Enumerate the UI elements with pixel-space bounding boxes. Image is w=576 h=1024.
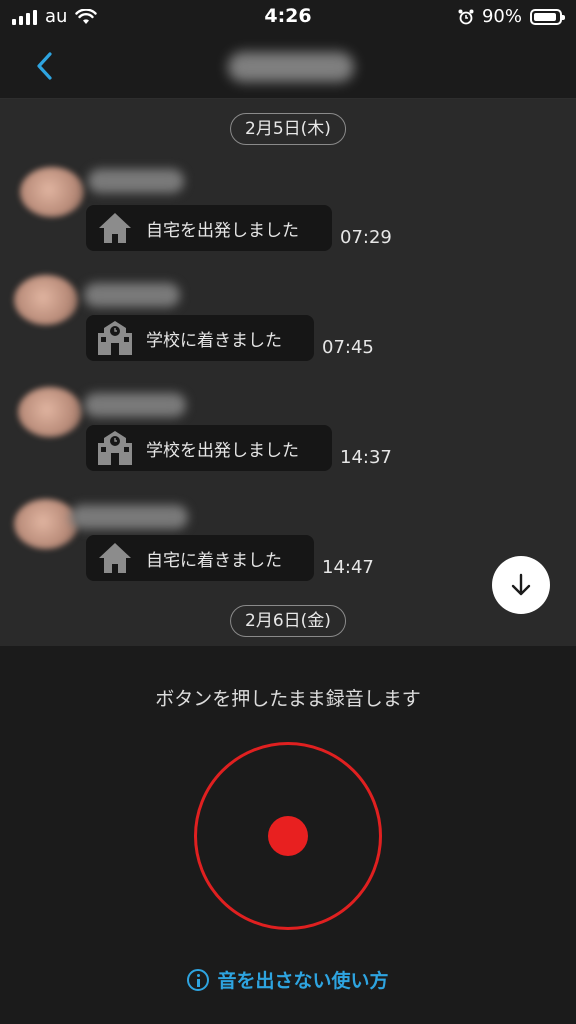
message-text: 自宅に着きました [146, 550, 282, 571]
silent-mode-help-label: 音を出さない使い方 [217, 970, 389, 992]
status-right: 90% [458, 6, 565, 27]
home-icon [96, 209, 134, 247]
message-bubble[interactable]: 自宅に着きました [86, 535, 314, 581]
avatar[interactable] [14, 275, 78, 325]
school-icon [96, 319, 134, 357]
location-message: 学校を出発しました 14:37 [0, 381, 576, 491]
message-time: 14:47 [322, 557, 374, 578]
sender-name-redacted [84, 283, 180, 307]
battery-percent: 90% [481, 6, 522, 27]
date-separator: 2月5日(木) [230, 113, 346, 145]
school-icon [96, 429, 134, 467]
battery-icon [530, 8, 565, 25]
location-message: 自宅に着きました 14:47 [0, 491, 576, 601]
message-time: 07:45 [322, 337, 374, 358]
avatar[interactable] [18, 387, 82, 437]
record-dot-icon [268, 816, 308, 856]
navigation-bar [0, 34, 576, 99]
message-bubble[interactable]: 学校を出発しました [86, 425, 332, 471]
alarm-icon [458, 9, 474, 24]
chat-timeline[interactable]: 2月5日(木) 自宅を出発しました 07:29 学校に着きました 07:45 学… [0, 99, 576, 646]
contact-name-redacted [228, 52, 354, 82]
scroll-to-bottom-button[interactable] [492, 556, 550, 614]
location-message: 自宅を出発しました 07:29 [0, 161, 576, 271]
avatar[interactable] [20, 167, 84, 217]
message-bubble[interactable]: 学校に着きました [86, 315, 314, 361]
back-button[interactable] [28, 48, 64, 84]
record-button[interactable] [194, 742, 382, 930]
voice-recorder-panel: ボタンを押したまま録音します 音を出さない使い方 [0, 646, 576, 1024]
message-time: 07:29 [340, 227, 392, 248]
message-time: 14:37 [340, 447, 392, 468]
sender-name-redacted [84, 393, 186, 417]
record-hint: ボタンを押したまま録音します [155, 688, 421, 710]
silent-mode-help-link[interactable]: 音を出さない使い方 [0, 966, 576, 993]
status-bar: au 4:26 90% [0, 0, 576, 34]
sender-name-redacted [88, 169, 184, 193]
arrow-down-icon [511, 573, 531, 596]
message-text: 学校に着きました [146, 330, 282, 351]
sender-name-redacted [70, 505, 188, 529]
date-separator: 2月6日(金) [230, 605, 346, 637]
home-icon [96, 539, 134, 577]
location-message: 学校に着きました 07:45 [0, 271, 576, 381]
avatar[interactable] [14, 499, 78, 549]
chevron-left-icon [37, 52, 52, 80]
info-icon [187, 968, 210, 991]
message-bubble[interactable]: 自宅を出発しました [86, 205, 332, 251]
battery-fill [534, 12, 556, 21]
message-text: 自宅を出発しました [146, 220, 299, 241]
message-text: 学校を出発しました [146, 440, 299, 461]
